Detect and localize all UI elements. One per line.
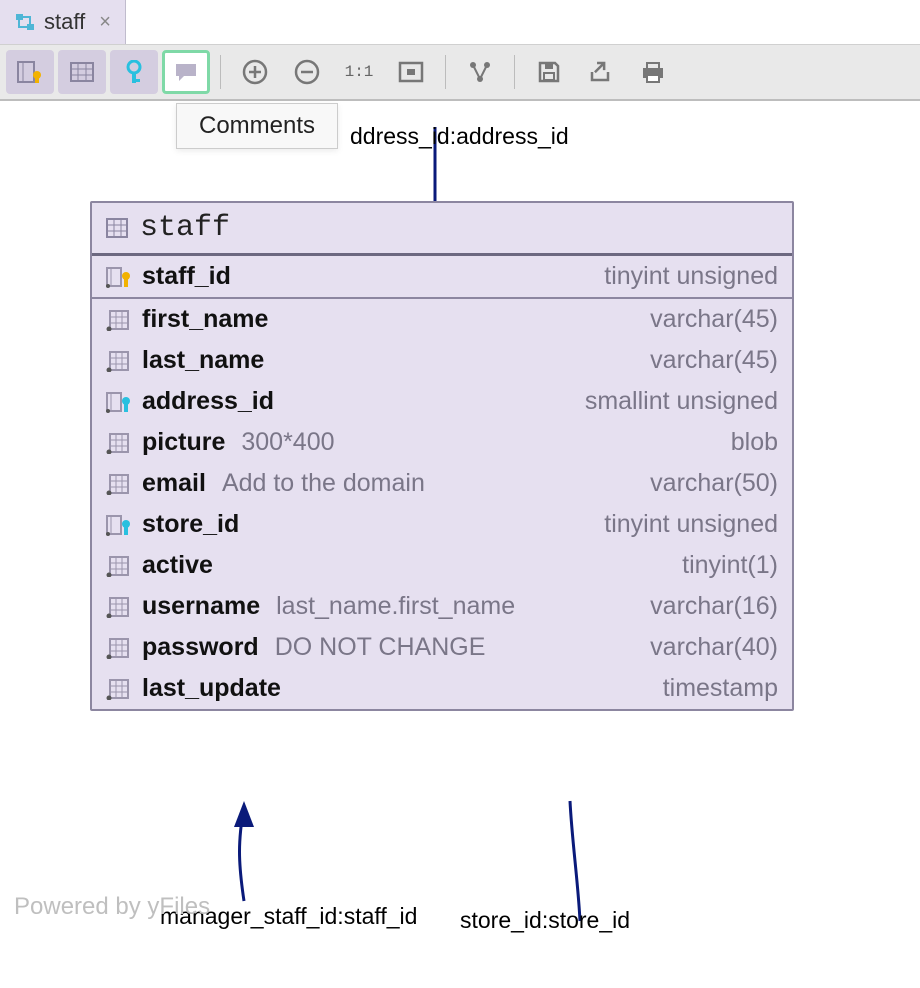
primary-key-icon — [106, 266, 132, 288]
layout-icon — [467, 60, 493, 84]
view-mode-details-button[interactable] — [6, 50, 54, 94]
save-button[interactable] — [525, 50, 573, 94]
column-type: varchar(16) — [650, 592, 778, 621]
column-name: first_name — [142, 305, 268, 334]
fit-icon — [398, 61, 424, 83]
column-comment: DO NOT CHANGE — [275, 633, 486, 662]
show-keys-button[interactable] — [110, 50, 158, 94]
table-header[interactable]: staff — [92, 203, 792, 256]
column-password[interactable]: password DO NOT CHANGE varchar(40) — [92, 627, 792, 668]
table-name: staff — [140, 211, 230, 245]
column-email[interactable]: email Add to the domain varchar(50) — [92, 463, 792, 504]
column-type: varchar(40) — [650, 633, 778, 662]
column-first_name[interactable]: first_name varchar(45) — [92, 299, 792, 340]
view-mode-table-button[interactable] — [58, 50, 106, 94]
fit-content-button[interactable] — [387, 50, 435, 94]
column-name: username — [142, 592, 260, 621]
column-store_id[interactable]: store_id tinyint unsigned — [92, 504, 792, 545]
key-icon — [123, 60, 145, 84]
column-name: email — [142, 469, 206, 498]
column-icon — [106, 637, 132, 659]
zoom-in-button[interactable] — [231, 50, 279, 94]
ratio-icon: 1:1 — [345, 63, 374, 81]
table-icon — [106, 218, 128, 238]
zoom-out-icon — [294, 59, 320, 85]
column-icon — [106, 596, 132, 618]
column-icon — [106, 678, 132, 700]
column-type: tinyint unsigned — [604, 510, 778, 539]
print-button[interactable] — [629, 50, 677, 94]
diagram-icon — [14, 12, 36, 32]
column-name: last_update — [142, 674, 281, 703]
column-type: varchar(45) — [650, 305, 778, 334]
column-comment: last_name.first_name — [276, 592, 515, 621]
column-name: password — [142, 633, 259, 662]
separator — [514, 55, 515, 89]
column-staff_id[interactable]: staff_id tinyint unsigned — [92, 256, 792, 299]
column-type: tinyint unsigned — [604, 262, 778, 291]
diagram-canvas[interactable]: ddress_id:address_id Comments staff staf… — [0, 101, 920, 988]
export-icon — [588, 60, 614, 84]
column-last_update[interactable]: last_update timestamp — [92, 668, 792, 709]
column-picture[interactable]: picture 300*400 blob — [92, 422, 792, 463]
column-type: varchar(50) — [650, 469, 778, 498]
relation-label-right: store_id:store_id — [460, 907, 630, 934]
column-icon — [106, 473, 132, 495]
save-icon — [537, 60, 561, 84]
layout-button[interactable] — [456, 50, 504, 94]
close-icon[interactable]: × — [99, 11, 111, 34]
columns-key-icon — [17, 61, 43, 83]
column-name: last_name — [142, 346, 264, 375]
zoom-in-icon — [242, 59, 268, 85]
column-type: timestamp — [663, 674, 778, 703]
separator — [445, 55, 446, 89]
column-name: staff_id — [142, 262, 231, 291]
comment-icon — [173, 61, 199, 83]
column-name: address_id — [142, 387, 274, 416]
column-name: active — [142, 551, 213, 580]
tab-bar: staff × — [0, 0, 920, 45]
column-address_id[interactable]: address_id smallint unsigned — [92, 381, 792, 422]
show-comments-button[interactable] — [162, 50, 210, 94]
tab-staff[interactable]: staff × — [0, 0, 126, 44]
zoom-actual-button[interactable]: 1:1 — [335, 50, 383, 94]
column-name: picture — [142, 428, 225, 457]
table-icon — [70, 62, 94, 82]
print-icon — [640, 60, 666, 84]
column-type: varchar(45) — [650, 346, 778, 375]
column-active[interactable]: active tinyint(1) — [92, 545, 792, 586]
relation-label-top: ddress_id:address_id — [350, 123, 569, 150]
export-button[interactable] — [577, 50, 625, 94]
tab-label: staff — [44, 9, 85, 35]
table-staff[interactable]: staff staff_idtinyint unsignedfirst_name… — [90, 201, 794, 711]
column-last_name[interactable]: last_name varchar(45) — [92, 340, 792, 381]
separator — [220, 55, 221, 89]
column-name: store_id — [142, 510, 239, 539]
column-type: blob — [731, 428, 778, 457]
zoom-out-button[interactable] — [283, 50, 331, 94]
column-type: smallint unsigned — [585, 387, 778, 416]
column-icon — [106, 309, 132, 331]
column-icon — [106, 555, 132, 577]
column-icon — [106, 432, 132, 454]
column-icon — [106, 350, 132, 372]
foreign-key-icon — [106, 391, 132, 413]
column-type: tinyint(1) — [682, 551, 778, 580]
toolbar: 1:1 — [0, 45, 920, 101]
foreign-key-icon — [106, 514, 132, 536]
tooltip-comments: Comments — [176, 103, 338, 149]
column-username[interactable]: username last_name.first_name varchar(16) — [92, 586, 792, 627]
watermark: Powered by yFiles — [14, 893, 210, 921]
column-comment: Add to the domain — [222, 469, 425, 498]
column-comment: 300*400 — [241, 428, 334, 457]
